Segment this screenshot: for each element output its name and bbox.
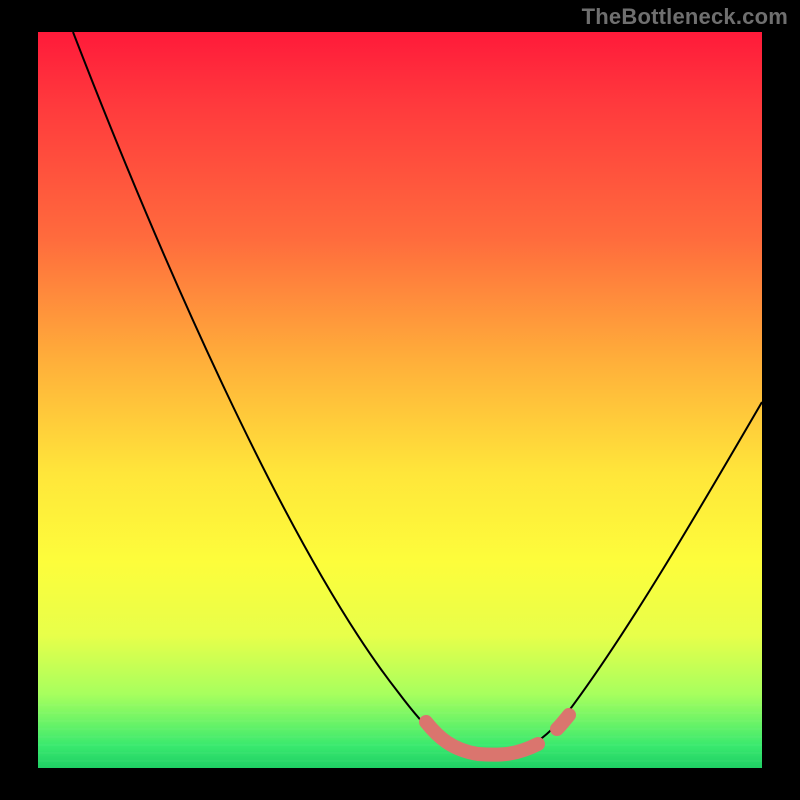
highlight-segment-left	[426, 722, 538, 755]
highlight-segment-right	[557, 715, 569, 729]
curve-path	[73, 32, 762, 755]
attribution-text: TheBottleneck.com	[582, 4, 788, 30]
bottleneck-curve	[38, 32, 762, 768]
plot-area	[38, 32, 762, 768]
chart-frame: TheBottleneck.com	[0, 0, 800, 800]
